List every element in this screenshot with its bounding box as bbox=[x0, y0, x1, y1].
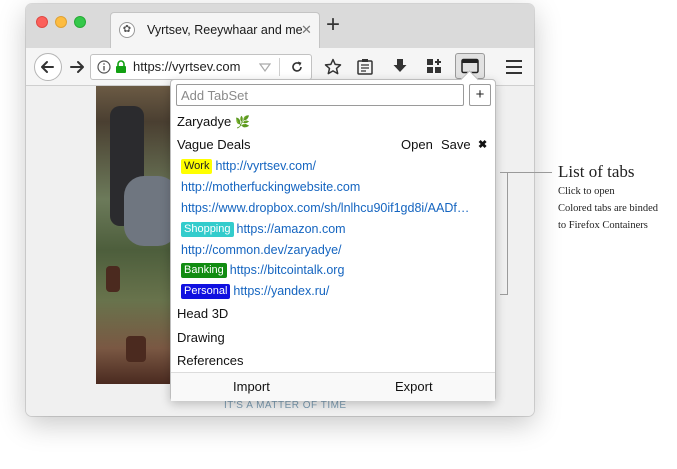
tabset-name: Head 3D bbox=[177, 306, 229, 321]
save-tabset-button[interactable]: Save bbox=[441, 137, 471, 152]
tab-link-row[interactable]: https://www.dropbox.com/sh/lnlhcu90if1gd… bbox=[181, 201, 486, 215]
close-window-button[interactable] bbox=[36, 16, 48, 28]
photo-shoe bbox=[106, 266, 120, 292]
photo-shoe bbox=[126, 336, 146, 362]
reading-list-icon[interactable] bbox=[356, 58, 374, 76]
url-divider bbox=[279, 58, 280, 76]
url-text: https://vyrtsev.com bbox=[133, 59, 241, 74]
tab-link[interactable]: https://yandex.ru/ bbox=[233, 284, 329, 298]
add-tabset-input[interactable] bbox=[181, 86, 451, 104]
import-button[interactable]: Import bbox=[233, 379, 270, 394]
tabsets-popup: + Zaryadye🌿 Vague Deals Open Save ✖ Work… bbox=[170, 70, 496, 401]
download-icon[interactable] bbox=[391, 57, 409, 75]
pocket-icon[interactable] bbox=[259, 63, 271, 73]
tab-link-row[interactable]: http://common.dev/zaryadye/ bbox=[181, 243, 486, 257]
container-badge: Banking bbox=[181, 263, 227, 278]
delete-tabset-icon[interactable]: ✖ bbox=[478, 138, 487, 151]
tab-link[interactable]: http://vyrtsev.com/ bbox=[215, 159, 316, 173]
secure-lock-icon bbox=[116, 60, 126, 73]
maximize-window-button[interactable] bbox=[74, 16, 86, 28]
tab-link[interactable]: http://common.dev/zaryadye/ bbox=[181, 243, 342, 257]
annotation-line: Click to open bbox=[558, 186, 615, 197]
info-icon[interactable] bbox=[97, 60, 111, 74]
hero-photo bbox=[96, 86, 178, 384]
tab-title: Vyrtsev, Reeywhaar and me bbox=[147, 23, 303, 37]
browser-tab[interactable]: ✿ Vyrtsev, Reeywhaar and me ✕ bbox=[110, 12, 320, 48]
annotation-line: Colored tabs are binded bbox=[558, 203, 659, 214]
container-badge: Work bbox=[181, 159, 213, 174]
page-tagline: IT'S A MATTER OF TIME bbox=[224, 400, 347, 411]
extensions-grid-icon[interactable] bbox=[425, 57, 443, 75]
minimize-window-button[interactable] bbox=[55, 16, 67, 28]
forward-arrow-icon[interactable] bbox=[69, 59, 85, 75]
tab-link[interactable]: https://amazon.com bbox=[237, 222, 346, 236]
annotation-line: to Firefox Containers bbox=[558, 220, 648, 231]
tabset-name: References bbox=[177, 353, 244, 368]
new-tab-button[interactable]: + bbox=[326, 12, 340, 38]
tabset-name: Vague Deals bbox=[177, 137, 251, 152]
tab-close-icon[interactable]: ✕ bbox=[301, 22, 312, 38]
annotation-bracket bbox=[500, 172, 508, 295]
popup-footer: Import Export bbox=[171, 372, 495, 401]
tabset-name: Drawing bbox=[177, 330, 225, 345]
annotation-title: List of tabs bbox=[558, 162, 635, 181]
tab-strip: ✿ Vyrtsev, Reeywhaar and me ✕ + bbox=[26, 4, 534, 48]
site-favicon-icon: ✿ bbox=[119, 22, 135, 38]
tab-link-row[interactable]: Personal https://yandex.ru/ bbox=[181, 284, 486, 299]
tab-link-row[interactable]: Banking https://bitcointalk.org bbox=[181, 263, 486, 278]
container-badge: Personal bbox=[181, 284, 231, 299]
container-badge: Shopping bbox=[181, 222, 234, 237]
tabset-item[interactable]: References bbox=[177, 353, 243, 368]
url-bar[interactable]: https://vyrtsev.com bbox=[90, 54, 312, 80]
open-tabset-button[interactable]: Open bbox=[401, 137, 433, 152]
tabset-item[interactable]: Head 3D bbox=[177, 306, 228, 321]
leaf-icon: 🌿 bbox=[235, 115, 251, 129]
reload-icon[interactable] bbox=[290, 60, 304, 74]
add-tabset-field[interactable] bbox=[176, 84, 464, 106]
back-arrow-icon bbox=[41, 61, 54, 73]
export-button[interactable]: Export bbox=[395, 379, 433, 394]
tabset-item[interactable]: Zaryadye 🌿 bbox=[177, 114, 250, 129]
bookmark-star-icon[interactable] bbox=[324, 58, 342, 76]
hamburger-menu-icon[interactable] bbox=[505, 59, 523, 75]
tabset-item[interactable]: Drawing bbox=[177, 330, 225, 345]
tab-link-row[interactable]: Shopping https://amazon.com bbox=[181, 222, 486, 237]
tab-link[interactable]: http://motherfuckingwebsite.com bbox=[181, 180, 360, 194]
tab-link-row[interactable]: Work http://vyrtsev.com/ bbox=[181, 159, 486, 174]
tabset-name: Zaryadye bbox=[177, 114, 232, 129]
add-tabset-button[interactable]: + bbox=[469, 84, 491, 106]
annotation-connector bbox=[508, 172, 552, 173]
back-button[interactable] bbox=[34, 53, 62, 81]
tab-link[interactable]: https://www.dropbox.com/sh/lnlhcu90if1gd… bbox=[181, 201, 469, 215]
tab-link[interactable]: https://bitcointalk.org bbox=[230, 263, 345, 277]
tab-link-row[interactable]: http://motherfuckingwebsite.com bbox=[181, 180, 486, 194]
